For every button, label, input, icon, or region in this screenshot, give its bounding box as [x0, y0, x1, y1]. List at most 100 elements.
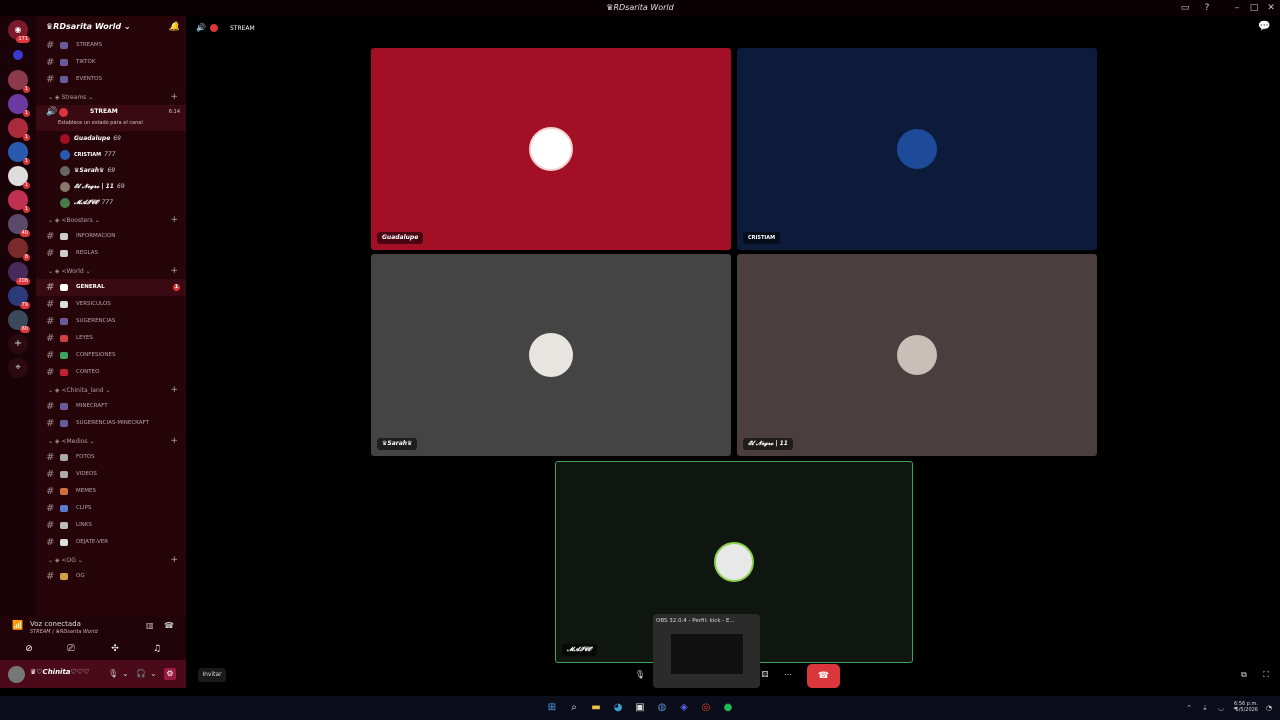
voice-user[interactable]: 𝓔𝓵 𝓝𝓮𝓰𝓻𝓸 | 11 69 — [36, 179, 186, 195]
home-server-icon[interactable]: ◉ 171 — [8, 20, 30, 43]
discover-icon[interactable]: ⌖ — [8, 358, 28, 378]
channel-item[interactable]: # CONFESIONES — [36, 347, 186, 364]
settings-gear-icon[interactable]: ⚙ — [164, 668, 176, 680]
disconnect-call-button[interactable]: ☎ — [807, 664, 840, 688]
more-options-icon[interactable]: ⋯ — [778, 670, 798, 682]
participant-tile[interactable]: Guadalupe — [371, 48, 731, 250]
channel-item[interactable]: # SUGERENCIAS-MINECRAFT — [36, 415, 186, 432]
server-icon[interactable]: 1 — [8, 190, 30, 213]
microphone-icon[interactable]: 🎙 — [630, 670, 650, 682]
channel-status[interactable]: Establece un estado para el canal — [58, 120, 143, 126]
search-icon[interactable]: ⌕ — [567, 702, 581, 714]
clock-date: 5/5/2026 — [1235, 707, 1258, 713]
voice-user[interactable]: CRISTIAM 777 — [36, 147, 186, 163]
channel-item-general[interactable]: # GENERAL 1 — [36, 279, 186, 296]
hash-icon: # — [46, 571, 55, 582]
avatar[interactable] — [8, 666, 25, 683]
share-screen-icon[interactable]: ⎚ — [64, 642, 78, 656]
channel-item[interactable]: # CONTEO — [36, 364, 186, 381]
channel-item[interactable]: # SUGERENCIAS — [36, 313, 186, 330]
channel-emoji-icon — [60, 76, 68, 83]
channel-item[interactable]: # MINECRAFT — [36, 398, 186, 415]
start-menu-icon[interactable]: ⊞ — [545, 702, 559, 714]
server-icon[interactable]: 1 — [8, 142, 30, 165]
server-icon[interactable]: 60 — [8, 310, 30, 333]
category-og[interactable]: ⌄ ◈ <OG ⌄ + — [36, 551, 186, 568]
obs-icon[interactable]: ◍ — [655, 702, 669, 714]
participant-tile[interactable]: 𝓔𝓵 𝓝𝓮𝓰𝓻𝓸 | 11 — [737, 254, 1097, 456]
inbox-icon[interactable]: ▭ — [1178, 2, 1192, 14]
network-icon[interactable]: ⇣ — [1198, 702, 1212, 714]
minimize-button[interactable]: – — [1230, 2, 1244, 14]
invite-button[interactable]: Invitar — [198, 668, 226, 682]
chat-bubble-icon[interactable]: 💬 — [1258, 21, 1270, 32]
channel-item[interactable]: # LEYES — [36, 330, 186, 347]
chrome-icon[interactable]: ◎ — [699, 702, 713, 714]
server-icon[interactable] — [13, 50, 23, 60]
category-world[interactable]: ⌄ ◈ <World ⌄ + — [36, 262, 186, 279]
voice-channel-stream[interactable]: 🔊 STREAM 6:14 Establece un estado para e… — [36, 105, 186, 131]
channel-item[interactable]: # VIDEOS — [36, 466, 186, 483]
channel-item[interactable]: # EVENTOS — [36, 71, 186, 88]
discord-icon[interactable]: ◈ — [677, 702, 691, 714]
channel-item[interactable]: # OG — [36, 568, 186, 585]
channel-item[interactable]: # STREAMS — [36, 37, 186, 54]
system-clock[interactable]: 6:56 p.m. 5/5/2026 — [1234, 701, 1258, 713]
voice-user[interactable]: ♛Sarah♛ 69 — [36, 163, 186, 179]
hash-icon: # — [46, 367, 55, 378]
popout-icon[interactable]: ⧉ — [1234, 670, 1254, 682]
channel-item[interactable]: # FOTOS — [36, 449, 186, 466]
store-icon[interactable]: ▣ — [633, 702, 647, 714]
server-icon[interactable]: 79 — [8, 286, 30, 309]
participant-tile[interactable]: CRISTIAM — [737, 48, 1097, 250]
voice-status-title[interactable]: Voz conectada — [30, 620, 81, 628]
category-boosters[interactable]: ⌄ ◈ <Boosters ⌄ + — [36, 211, 186, 228]
server-icon[interactable]: 40 — [8, 214, 30, 237]
taskbar-window-preview[interactable]: OBS 32.0.4 - Perfil: kick - E... — [653, 614, 760, 688]
channel-item[interactable]: # TIKTOK — [36, 54, 186, 71]
voice-user[interactable]: 𝓜𝓐𝓘𝓒𝓞 777 — [36, 195, 186, 211]
maximize-button[interactable]: □ — [1247, 2, 1261, 14]
noise-suppression-icon[interactable]: ▥ — [146, 621, 154, 630]
channel-item[interactable]: # DEJATE-VER — [36, 534, 186, 551]
voice-user-name: 𝓜𝓐𝓘𝓒𝓞 — [74, 199, 99, 206]
notification-icon[interactable]: ◔ — [1262, 702, 1276, 714]
channel-item[interactable]: # INFORMACION — [36, 228, 186, 245]
channel-item[interactable]: # REGLAS — [36, 245, 186, 262]
activities-icon[interactable]: ✣ — [108, 642, 122, 656]
close-button[interactable]: ✕ — [1264, 2, 1278, 14]
camera-off-icon[interactable]: ⊘ — [22, 642, 36, 656]
server-icon[interactable]: 1 — [8, 166, 30, 189]
edge-browser-icon[interactable]: ◕ — [611, 702, 625, 714]
notification-bell-icon[interactable]: 🔔 — [169, 22, 180, 32]
voice-user[interactable]: Guadalupe 69 — [36, 131, 186, 147]
help-icon[interactable]: ? — [1200, 2, 1214, 14]
server-icon[interactable]: 1 — [8, 118, 30, 141]
spotify-icon[interactable]: ● — [721, 702, 735, 714]
channel-item[interactable]: # LINKS — [36, 517, 186, 534]
category-streams[interactable]: ⌄ ◈ Streams ⌄ + — [36, 88, 186, 105]
file-explorer-icon[interactable]: ▬ — [589, 702, 603, 714]
headphones-icon[interactable]: 🎧 — [136, 669, 146, 678]
channel-item[interactable]: # MEMES — [36, 483, 186, 500]
wifi-icon[interactable]: ◡ — [1214, 702, 1228, 714]
participant-tile[interactable]: ♛Sarah♛ — [371, 254, 731, 456]
server-icon[interactable]: 8 — [8, 238, 30, 261]
category-medios[interactable]: ⌄ ◈ <Medios ⌄ + — [36, 432, 186, 449]
microphone-icon[interactable]: 🎙 — [108, 669, 118, 678]
username[interactable]: ♛♡Chinita♡♡♡ — [30, 668, 89, 676]
soundboard-icon[interactable]: ♫ — [150, 642, 164, 656]
server-icon[interactable]: 1 — [8, 70, 30, 93]
chevron-down-icon[interactable]: ⌄ — [150, 669, 157, 678]
voice-status-channel[interactable]: STREAM / ♛RDsarita World — [30, 629, 98, 635]
server-icon[interactable]: 208 — [8, 262, 30, 285]
disconnect-icon[interactable]: ☎ — [164, 621, 174, 630]
chevron-up-icon[interactable]: ⌃ — [1182, 702, 1196, 714]
server-icon[interactable]: 1 — [8, 94, 30, 117]
channel-item[interactable]: # VERSICULOS — [36, 296, 186, 313]
category-chinita-land[interactable]: ⌄ ◈ <Chinita_land ⌄ + — [36, 381, 186, 398]
fullscreen-icon[interactable]: ⛶ — [1256, 670, 1276, 682]
add-server-icon[interactable]: + — [8, 334, 28, 354]
channel-item[interactable]: # CLIPS — [36, 500, 186, 517]
chevron-down-icon[interactable]: ⌄ — [122, 669, 129, 678]
